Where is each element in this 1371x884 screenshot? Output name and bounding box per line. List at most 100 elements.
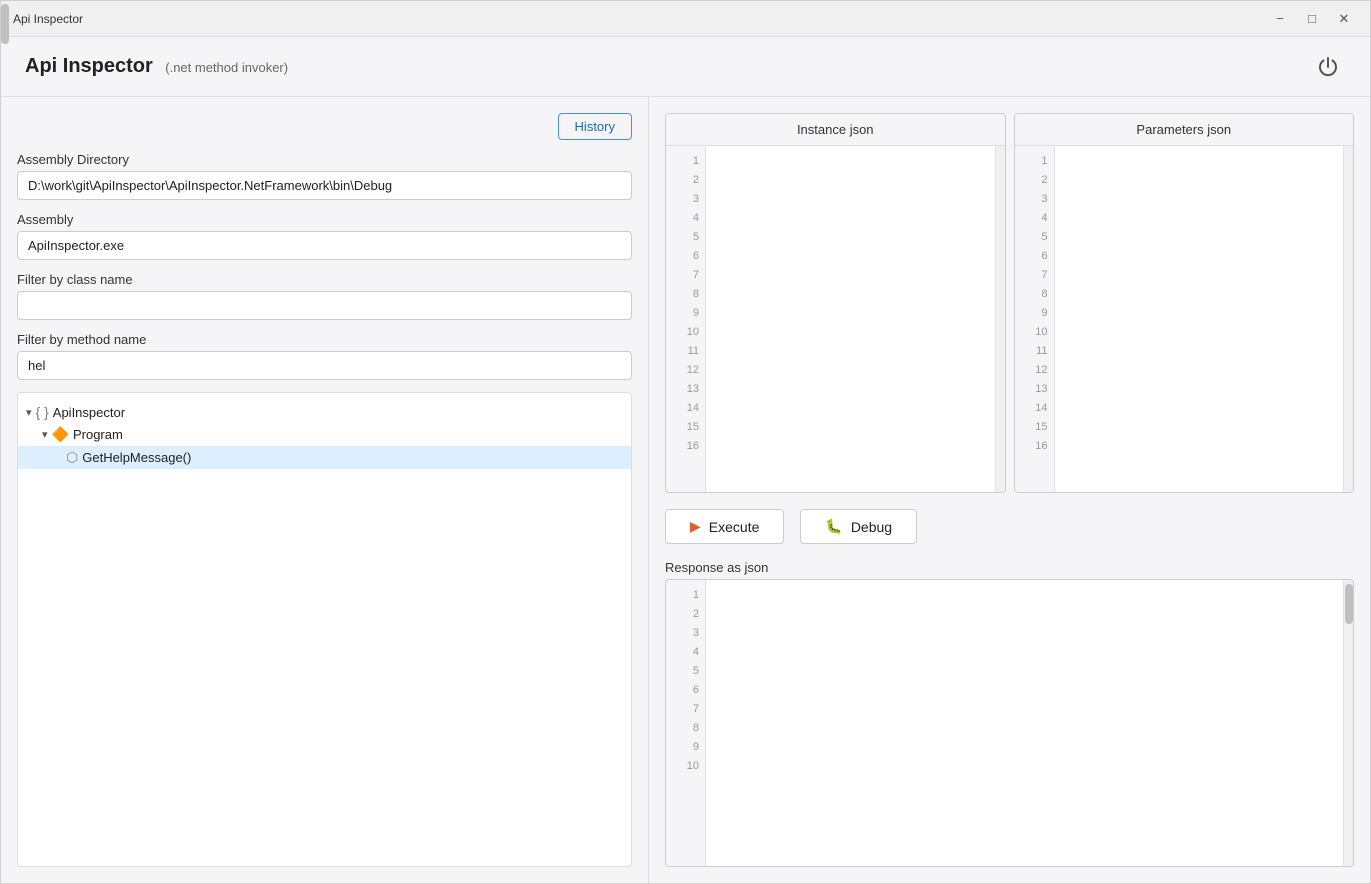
parameters-json-textarea[interactable]	[1055, 146, 1344, 492]
tree-method-item[interactable]: ⬡ GetHelpMessage()	[18, 446, 631, 469]
instance-json-textarea[interactable]	[706, 146, 995, 492]
app-header: Api Inspector (.net method invoker)	[1, 37, 1370, 97]
namespace-chevron-icon: ▾	[26, 406, 32, 419]
response-section: Response as json 1 2 3 4 5 6 7 8 9 10	[665, 560, 1354, 867]
minimize-button[interactable]: −	[1266, 9, 1294, 29]
line-num: 5	[666, 662, 705, 681]
title-bar-title: Api Inspector	[13, 12, 83, 26]
line-num: 16	[1015, 437, 1054, 456]
main-content: History Assembly Directory Assembly Filt…	[1, 97, 1370, 883]
parameters-line-numbers: 1 2 3 4 5 6 7 8 9 10 11 12 13	[1015, 146, 1055, 492]
history-btn-row: History	[17, 113, 632, 140]
line-num: 5	[1015, 228, 1054, 247]
method-icon: ⬡	[66, 449, 78, 466]
tree-namespace-item[interactable]: ▾ { } ApiInspector	[18, 401, 631, 423]
response-scrollbar[interactable]	[1343, 580, 1353, 866]
line-num: 4	[666, 643, 705, 662]
filter-class-input[interactable]	[17, 291, 632, 320]
line-num: 8	[666, 285, 705, 304]
line-num: 8	[1015, 285, 1054, 304]
execute-button[interactable]: ▶ Execute	[665, 509, 784, 544]
namespace-icon: { }	[36, 404, 49, 420]
assembly-label: Assembly	[17, 212, 632, 227]
line-num: 10	[666, 323, 705, 342]
line-num: 15	[666, 418, 705, 437]
assembly-group: Assembly	[17, 212, 632, 260]
line-num: 3	[1015, 190, 1054, 209]
filter-method-group: Filter by method name	[17, 332, 632, 380]
parameters-json-header: Parameters json	[1015, 114, 1354, 146]
line-num: 1	[666, 152, 705, 171]
line-num: 2	[666, 171, 705, 190]
app-window: Api Inspector − □ ✕ Api Inspector (.net …	[0, 0, 1371, 884]
class-chevron-icon: ▾	[42, 428, 48, 441]
action-buttons-row: ▶ Execute 🐛 Debug	[665, 505, 1354, 548]
line-num: 15	[1015, 418, 1054, 437]
power-icon	[1317, 56, 1339, 78]
assembly-directory-label: Assembly Directory	[17, 152, 632, 167]
title-bar-left: Api Inspector	[13, 12, 83, 26]
debug-label: Debug	[851, 519, 892, 535]
line-num: 12	[1015, 361, 1054, 380]
line-num: 4	[1015, 209, 1054, 228]
filter-class-group: Filter by class name	[17, 272, 632, 320]
line-num: 6	[1015, 247, 1054, 266]
line-num: 2	[666, 605, 705, 624]
filter-method-label: Filter by method name	[17, 332, 632, 347]
left-panel: History Assembly Directory Assembly Filt…	[1, 97, 649, 883]
app-subtitle: (.net method invoker)	[165, 60, 288, 75]
filter-class-label: Filter by class name	[17, 272, 632, 287]
line-num: 7	[666, 266, 705, 285]
tree-class-item[interactable]: ▾ 🔶 Program	[18, 423, 631, 446]
response-line-numbers: 1 2 3 4 5 6 7 8 9 10	[666, 580, 706, 866]
app-title: Api Inspector	[25, 55, 153, 77]
line-num: 3	[666, 624, 705, 643]
instance-json-body: 1 2 3 4 5 6 7 8 9 10 11 12 13	[666, 146, 1005, 492]
execute-icon: ▶	[690, 518, 701, 535]
line-num: 6	[666, 681, 705, 700]
parameters-json-editor: Parameters json 1 2 3 4 5 6 7 8 9 10	[1014, 113, 1355, 493]
assembly-directory-input[interactable]	[17, 171, 632, 200]
line-num: 9	[1015, 304, 1054, 323]
maximize-button[interactable]: □	[1298, 9, 1326, 29]
line-num: 6	[666, 247, 705, 266]
debug-button[interactable]: 🐛 Debug	[800, 509, 917, 544]
execute-label: Execute	[709, 519, 760, 535]
response-textarea[interactable]	[706, 580, 1343, 866]
close-button[interactable]: ✕	[1330, 9, 1358, 29]
assembly-input[interactable]	[17, 231, 632, 260]
line-num: 1	[1015, 152, 1054, 171]
debug-icon: 🐛	[825, 518, 842, 535]
namespace-label: ApiInspector	[53, 405, 125, 420]
class-icon: 🔶	[52, 426, 69, 443]
line-num: 11	[1015, 342, 1054, 361]
instance-scrollbar[interactable]	[995, 146, 1005, 492]
line-num: 13	[666, 380, 705, 399]
instance-json-header: Instance json	[666, 114, 1005, 146]
line-num: 4	[666, 209, 705, 228]
instance-line-numbers: 1 2 3 4 5 6 7 8 9 10 11 12 13	[666, 146, 706, 492]
response-editor-container: 1 2 3 4 5 6 7 8 9 10	[665, 579, 1354, 867]
line-num: 1	[666, 586, 705, 605]
json-editors-row: Instance json 1 2 3 4 5 6 7 8 9 10	[665, 113, 1354, 493]
line-num: 9	[666, 738, 705, 757]
history-button[interactable]: History	[558, 113, 632, 140]
line-num: 10	[1015, 323, 1054, 342]
instance-json-editor: Instance json 1 2 3 4 5 6 7 8 9 10	[665, 113, 1006, 493]
parameters-scrollbar[interactable]	[1343, 146, 1353, 492]
line-num: 2	[1015, 171, 1054, 190]
line-num: 3	[666, 190, 705, 209]
line-num: 12	[666, 361, 705, 380]
title-bar-controls: − □ ✕	[1266, 9, 1358, 29]
response-scrollbar-thumb	[1345, 584, 1353, 624]
line-num: 8	[666, 719, 705, 738]
line-num: 14	[666, 399, 705, 418]
line-num: 16	[666, 437, 705, 456]
filter-method-input[interactable]	[17, 351, 632, 380]
power-button[interactable]	[1310, 49, 1346, 85]
method-label: GetHelpMessage()	[82, 450, 191, 465]
header-title-group: Api Inspector (.net method invoker)	[25, 55, 288, 78]
title-bar: Api Inspector − □ ✕	[1, 1, 1370, 37]
right-panel: Instance json 1 2 3 4 5 6 7 8 9 10	[649, 97, 1370, 883]
line-num: 10	[666, 757, 705, 776]
